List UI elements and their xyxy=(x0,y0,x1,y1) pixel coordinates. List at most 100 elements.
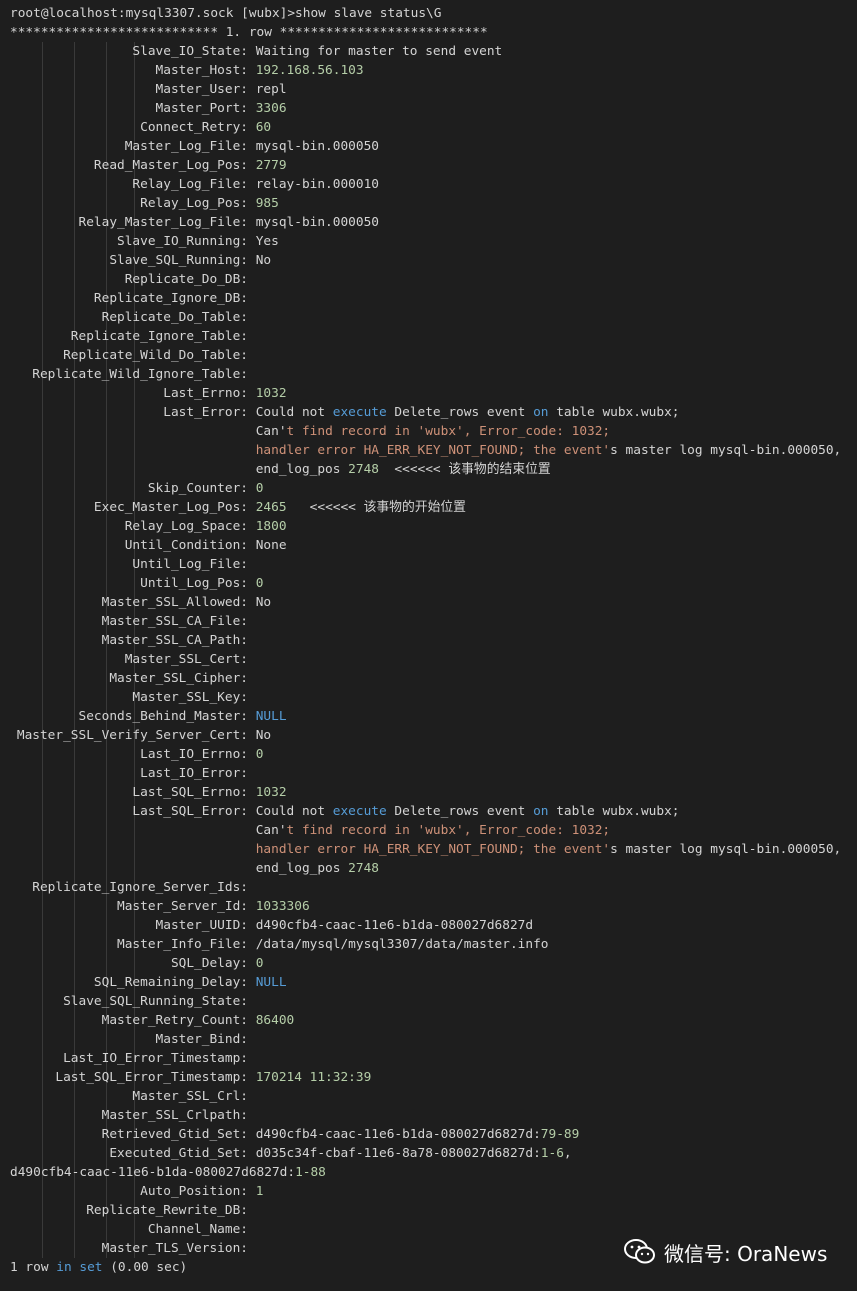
value-segment: 0 xyxy=(255,747,264,762)
value-segment: end_log_pos xyxy=(255,861,349,876)
field-label: Replicate_Do_Table: xyxy=(101,310,248,325)
field-value: 0 xyxy=(256,954,264,973)
value-segment: 1033306 xyxy=(255,899,310,914)
field-label: Last_IO_Errno: xyxy=(140,747,248,762)
value-segment: handler error HA_ERR_KEY_NOT_FOUND; the … xyxy=(255,842,611,857)
value-segment: Can' xyxy=(255,424,287,439)
field-value: 170214 11:32:39 xyxy=(256,1068,372,1087)
field-row: Executed_Gtid_Set: d035c34f-cbaf-11e6-8a… xyxy=(10,1144,850,1163)
value-segment: 79-89 xyxy=(540,1127,580,1142)
value-segment: execute xyxy=(332,405,387,420)
field-row: Replicate_Rewrite_DB: xyxy=(10,1201,850,1220)
field-row: Auto_Position: 1 xyxy=(10,1182,850,1201)
field-value: Could not execute Delete_rows event on t… xyxy=(256,802,680,821)
field-row: Master_Log_File: mysql-bin.000050 xyxy=(10,137,850,156)
field-label: Master_Retry_Count: xyxy=(101,1013,248,1028)
field-row: Master_Retry_Count: 86400 xyxy=(10,1011,850,1030)
field-label: SQL_Delay: xyxy=(170,956,248,971)
field-value: NULL xyxy=(256,707,287,726)
field-label: Master_SSL_Crlpath: xyxy=(101,1108,248,1123)
terminal[interactable]: root@localhost:mysql3307.sock [wubx]>sho… xyxy=(10,4,850,1277)
value-segment: on xyxy=(533,405,549,420)
field-row: Master_SSL_Crl: xyxy=(10,1087,850,1106)
field-value: d490cfb4-caac-11e6-b1da-080027d6827d xyxy=(256,916,533,935)
value-segment: mysql-bin.000050 xyxy=(255,215,379,230)
field-row: Slave_IO_Running: Yes xyxy=(10,232,850,251)
field-label: Replicate_Ignore_DB: xyxy=(93,291,248,306)
field-value: handler error HA_ERR_KEY_NOT_FOUND; the … xyxy=(256,441,842,460)
field-row: Master_SSL_CA_Path: xyxy=(10,631,850,650)
value-segment: 985 xyxy=(255,196,279,211)
value-segment: s master log mysql-bin.000050, xyxy=(610,842,842,857)
field-row: Relay_Master_Log_File: mysql-bin.000050 xyxy=(10,213,850,232)
field-row: Master_Port: 3306 xyxy=(10,99,850,118)
field-value: NULL xyxy=(256,973,287,992)
field-value: handler error HA_ERR_KEY_NOT_FOUND; the … xyxy=(256,840,842,859)
field-row: Last_SQL_Error: Could not execute Delete… xyxy=(10,802,850,821)
field-value: d490cfb4-caac-11e6-b1da-080027d6827d:1-8… xyxy=(10,1163,326,1182)
value-segment: d490cfb4-caac-11e6-b1da-080027d6827d: xyxy=(10,1165,296,1180)
field-label: Last_SQL_Error: xyxy=(132,804,248,819)
field-row: Last_IO_Error: xyxy=(10,764,850,783)
field-label: Skip_Counter: xyxy=(147,481,248,496)
value-segment: Could not xyxy=(255,405,333,420)
value-segment: in xyxy=(56,1260,72,1275)
value-segment: on xyxy=(533,804,549,819)
field-label: Last_IO_Error_Timestamp: xyxy=(63,1051,248,1066)
field-row: Last_SQL_Error_Timestamp: 170214 11:32:3… xyxy=(10,1068,850,1087)
field-value: No xyxy=(256,726,271,745)
value-segment: 0 xyxy=(255,576,264,591)
value-segment: No xyxy=(255,253,272,268)
watermark: 微信号: OraNews xyxy=(624,1236,827,1268)
field-row: Master_Server_Id: 1033306 xyxy=(10,897,850,916)
field-label: Exec_Master_Log_Pos: xyxy=(93,500,248,515)
value-segment: t find record in 'wubx', Error_code: 103… xyxy=(286,424,611,439)
field-label: Replicate_Rewrite_DB: xyxy=(86,1203,248,1218)
field-label: Replicate_Ignore_Server_Ids: xyxy=(32,880,248,895)
field-value: None xyxy=(256,536,287,555)
field-label: Master_SSL_Key: xyxy=(132,690,248,705)
value-segment: 1 xyxy=(255,1184,264,1199)
value-segment: , xyxy=(563,1146,572,1161)
field-row: Relay_Log_Space: 1800 xyxy=(10,517,850,536)
value-segment: 60 xyxy=(255,120,272,135)
field-label: Relay_Log_File: xyxy=(132,177,248,192)
value-segment: 2779 xyxy=(255,158,287,173)
field-row: Master_SSL_Cipher: xyxy=(10,669,850,688)
field-label: Master_Host: xyxy=(155,63,248,78)
field-label: Until_Condition: xyxy=(124,538,248,553)
field-row: Read_Master_Log_Pos: 2779 xyxy=(10,156,850,175)
field-value: 1032 xyxy=(256,783,287,802)
field-value: 3306 xyxy=(256,99,287,118)
value-segment: handler error HA_ERR_KEY_NOT_FOUND; the … xyxy=(255,443,611,458)
field-label: Relay_Master_Log_File: xyxy=(78,215,249,230)
value-segment: table wubx.wubx; xyxy=(548,804,680,819)
field-row: Master_Host: 192.168.56.103 xyxy=(10,61,850,80)
field-value: end_log_pos 2748 <<<<<< 该事物的结束位置 xyxy=(256,460,551,479)
field-continuation: handler error HA_ERR_KEY_NOT_FOUND; the … xyxy=(10,441,850,460)
field-label: Slave_IO_State: xyxy=(132,44,248,59)
field-label: Last_SQL_Error_Timestamp: xyxy=(55,1070,248,1085)
field-label: Until_Log_File: xyxy=(132,557,248,572)
field-label: Master_Bind: xyxy=(155,1032,248,1047)
field-label: Slave_IO_Running: xyxy=(117,234,248,249)
field-label xyxy=(10,460,248,479)
field-label: Master_Port: xyxy=(155,101,248,116)
field-row: Relay_Log_File: relay-bin.000010 xyxy=(10,175,850,194)
field-row: Master_User: repl xyxy=(10,80,850,99)
field-label: Master_SSL_Verify_Server_Cert: xyxy=(16,728,248,743)
field-value: 0 xyxy=(256,574,264,593)
status-fields: Slave_IO_State: Waiting for master to se… xyxy=(10,42,850,1258)
value-segment: 2465 xyxy=(255,500,287,515)
value-segment: Delete_rows event xyxy=(386,405,534,420)
value-segment: table wubx.wubx; xyxy=(548,405,680,420)
value-segment: relay-bin.000010 xyxy=(255,177,379,192)
field-row: Retrieved_Gtid_Set: d490cfb4-caac-11e6-b… xyxy=(10,1125,850,1144)
field-value: 0 xyxy=(256,745,264,764)
field-value: Could not execute Delete_rows event on t… xyxy=(256,403,680,422)
field-row: Skip_Counter: 0 xyxy=(10,479,850,498)
value-segment: 0 xyxy=(255,956,264,971)
field-row: Master_Info_File: /data/mysql/mysql3307/… xyxy=(10,935,850,954)
field-row: Master_SSL_Verify_Server_Cert: No xyxy=(10,726,850,745)
value-segment: 1-88 xyxy=(295,1165,326,1180)
